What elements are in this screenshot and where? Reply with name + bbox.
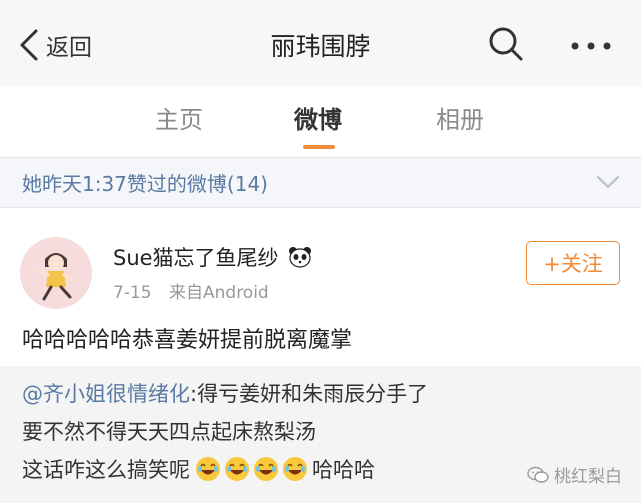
tab-album[interactable]: 相册 [436, 100, 484, 135]
watermark-text: 桃红梨白 [554, 467, 622, 487]
laughing-emoji-icon [283, 457, 307, 481]
mention-link[interactable]: @齐小姐很情绪化 [22, 382, 190, 406]
repost-line-1-text: :得亏姜妍和朱雨辰分手了 [190, 382, 429, 406]
search-icon[interactable] [486, 24, 526, 64]
post-author-name: Sue猫忘了鱼尾纱 [113, 246, 279, 270]
laughing-emoji-icon [225, 457, 249, 481]
liked-posts-label: 她昨天1:37赞过的微博(14) [22, 172, 268, 196]
follow-button[interactable]: +关注 [526, 241, 620, 285]
chevron-down-icon [597, 176, 619, 188]
repost-line-3: 这话咋这么搞笑呢 哈哈哈 [22, 454, 375, 484]
page-title: 丽玮围脖 [270, 32, 371, 61]
more-dots-icon[interactable] [566, 26, 616, 66]
top-navigation-bar: 返回 丽玮围脖 [0, 0, 641, 86]
profile-tabs: 主页 微博 相册 [0, 86, 641, 158]
post-text: 哈哈哈哈哈恭喜姜妍提前脱离魔掌 [22, 328, 353, 353]
active-tab-indicator [303, 145, 335, 149]
post-author[interactable]: Sue猫忘了鱼尾纱 [113, 242, 313, 272]
tab-weibo[interactable]: 微博 [294, 100, 342, 135]
laughing-emoji-icon [196, 457, 220, 481]
laughing-emoji-row [192, 456, 308, 482]
watermark: 桃红梨白 [527, 462, 622, 487]
tab-home[interactable]: 主页 [155, 100, 203, 135]
post-source: 来自Android [169, 283, 269, 303]
liked-posts-bar[interactable]: 她昨天1:37赞过的微博(14) [0, 158, 641, 208]
repost-line-3-suffix: 哈哈哈 [312, 458, 375, 482]
repost-line-2: 要不然不得天天四点起床熬梨汤 [22, 420, 316, 444]
repost-line-1: @齐小姐很情绪化:得亏姜妍和朱雨辰分手了 [22, 378, 428, 408]
repost-line-3-text: 这话咋这么搞笑呢 [22, 458, 190, 482]
avatar[interactable] [20, 237, 92, 309]
panda-emoji-icon [288, 247, 311, 268]
laughing-emoji-icon [254, 457, 278, 481]
post-date: 7-15 [113, 283, 152, 303]
avatar-illustration [20, 237, 92, 309]
post-meta: 7-15 来自Android [113, 278, 269, 303]
wechat-icon [527, 466, 549, 483]
